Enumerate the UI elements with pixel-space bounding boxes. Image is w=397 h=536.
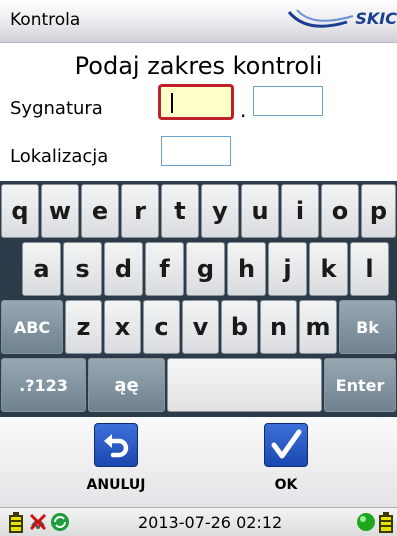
text-caret: [171, 93, 173, 113]
enter-key[interactable]: Enter: [324, 358, 396, 412]
sygnatura-suffix-input[interactable]: [253, 86, 323, 116]
checkmark-icon: [264, 423, 308, 467]
wireless-off-icon: [29, 513, 47, 531]
key-n[interactable]: n: [260, 300, 297, 354]
cancel-button-label: ANULUJ: [86, 477, 146, 493]
window-title: Kontrola: [10, 10, 81, 30]
sync-icon: [51, 513, 69, 531]
logo-swoosh-icon: [287, 9, 354, 28]
key-o[interactable]: o: [321, 184, 359, 238]
key-b[interactable]: b: [221, 300, 258, 354]
key-a[interactable]: a: [22, 242, 61, 296]
sygnatura-label: Sygnatura: [10, 98, 103, 119]
on-screen-keyboard: q w e r t y u i o p a s d f g h j k l AB…: [0, 181, 397, 417]
key-t[interactable]: t: [161, 184, 199, 238]
key-symbols[interactable]: .?123: [1, 358, 86, 412]
key-j[interactable]: j: [268, 242, 307, 296]
battery-icon: [9, 512, 23, 533]
space-key[interactable]: [167, 358, 322, 412]
key-c[interactable]: c: [143, 300, 180, 354]
key-u[interactable]: u: [241, 184, 279, 238]
page-heading: Podaj zakres kontroli: [74, 52, 323, 80]
lokalizacja-input[interactable]: [161, 136, 231, 166]
key-m[interactable]: m: [299, 300, 337, 354]
action-bar: ANULUJ OK: [0, 417, 397, 507]
connection-status-icon: [357, 513, 375, 531]
key-k[interactable]: k: [309, 242, 348, 296]
key-p[interactable]: p: [361, 184, 396, 238]
key-r[interactable]: r: [121, 184, 159, 238]
key-x[interactable]: x: [104, 300, 141, 354]
key-abc[interactable]: ABC: [1, 300, 63, 354]
key-v[interactable]: v: [182, 300, 219, 354]
logo-text: SKIC: [355, 9, 397, 28]
brand-logo: SKIC: [287, 6, 397, 34]
ok-button[interactable]: OK: [241, 423, 331, 503]
key-g[interactable]: g: [186, 242, 225, 296]
key-h[interactable]: h: [227, 242, 266, 296]
lokalizacja-label: Lokalizacja: [10, 146, 109, 167]
sygnatura-input[interactable]: [158, 84, 234, 120]
status-datetime: 2013-07-26 02:12: [138, 513, 283, 532]
key-y[interactable]: y: [201, 184, 239, 238]
battery-icon-2: [379, 512, 393, 533]
status-bar: 2013-07-26 02:12: [0, 507, 397, 536]
cancel-button[interactable]: ANULUJ: [71, 423, 161, 503]
sygnatura-separator: .: [240, 98, 247, 122]
key-polish-chars[interactable]: ąę: [88, 358, 165, 412]
key-i[interactable]: i: [281, 184, 319, 238]
key-e[interactable]: e: [81, 184, 119, 238]
key-w[interactable]: w: [41, 184, 79, 238]
key-l[interactable]: l: [350, 242, 389, 296]
key-f[interactable]: f: [145, 242, 184, 296]
key-d[interactable]: d: [104, 242, 143, 296]
undo-arrow-icon: [94, 423, 138, 467]
key-s[interactable]: s: [63, 242, 102, 296]
key-z[interactable]: z: [65, 300, 102, 354]
backspace-key[interactable]: Bk: [339, 300, 396, 354]
ok-button-label: OK: [274, 477, 298, 493]
title-bar: Kontrola SKIC: [0, 0, 397, 43]
key-q[interactable]: q: [1, 184, 39, 238]
